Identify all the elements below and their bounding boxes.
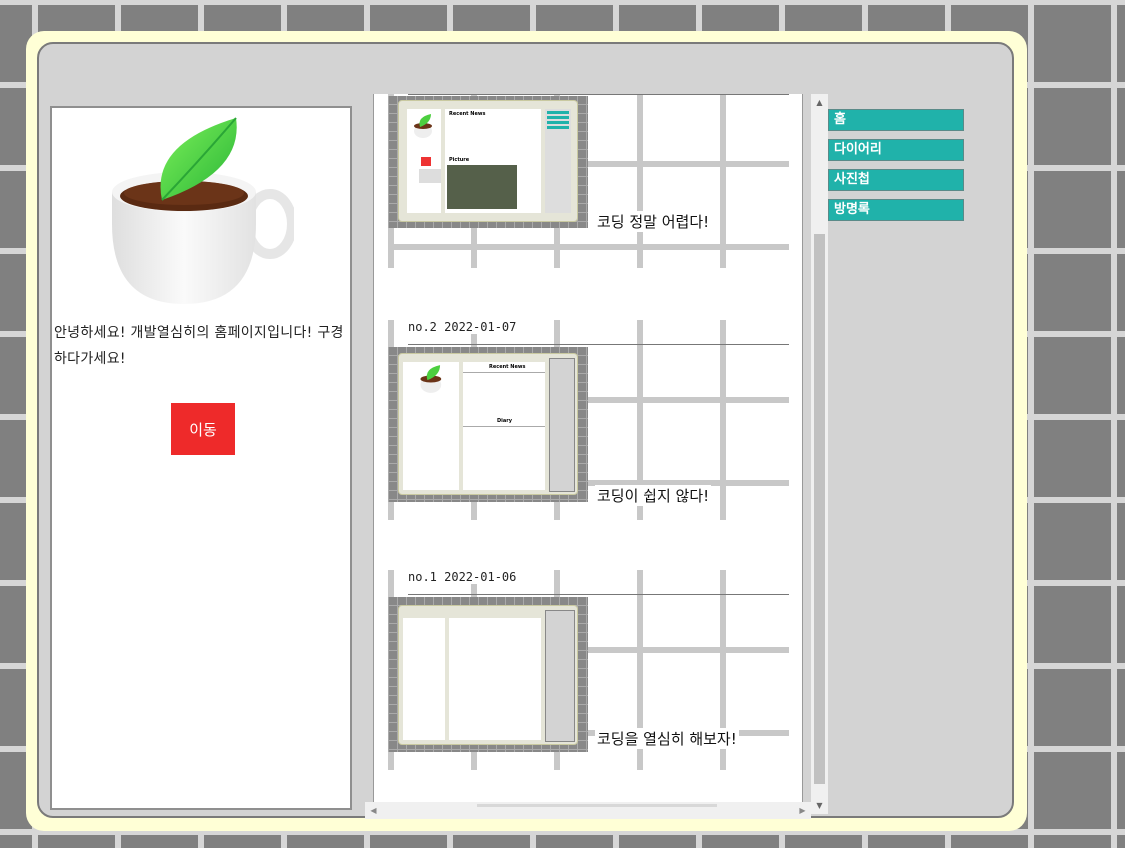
diary-entry-header: no.2 2022-01-07	[408, 320, 517, 334]
horizontal-scrollbar[interactable]: ◀ ▶	[365, 802, 811, 819]
thumbnail-page: Recent News Diary	[398, 353, 578, 495]
entry-divider	[408, 594, 789, 595]
thumb-cup-icon	[414, 114, 432, 138]
thumbnail-page	[398, 605, 578, 745]
thumb-diary: Diary	[497, 418, 512, 424]
thumb-main: Recent News Diary	[463, 362, 545, 490]
thumb-sidebar	[407, 109, 441, 213]
entry-divider	[408, 94, 789, 95]
move-button[interactable]: 이동	[171, 403, 235, 455]
thumb-nav	[545, 109, 571, 213]
main-panel: 안녕하세요! 개발열심히의 홈페이지입니다! 구경하다가세요! 이동 Recen…	[37, 42, 1014, 819]
diary-caption: 코딩이 쉽지 않다!	[595, 485, 712, 506]
entry-divider	[408, 344, 789, 345]
coffee-cup-logo	[110, 114, 297, 304]
thumb-button	[421, 157, 431, 166]
nav-item-home[interactable]: 홈	[828, 109, 964, 131]
thumb-photo	[447, 165, 517, 209]
outer-frame: 안녕하세요! 개발열심히의 홈페이지입니다! 구경하다가세요! 이동 Recen…	[26, 31, 1027, 831]
thumb-main: Recent News Picture	[445, 109, 541, 213]
diary-entry-header: no.1 2022-01-06	[408, 570, 517, 584]
profile-sidebar: 안녕하세요! 개발열심히의 홈페이지입니다! 구경하다가세요! 이동	[50, 106, 352, 810]
diary-entry: Recent News Picture 코딩 정말 어렵다!	[388, 94, 789, 268]
thumb-nav	[545, 610, 575, 742]
thumb-recent-news: Recent News	[449, 111, 486, 117]
intro-text: 안녕하세요! 개발열심히의 홈페이지입니다! 구경하다가세요!	[54, 325, 344, 367]
diary-caption: 코딩을 열심히 해보자!	[595, 728, 739, 749]
scroll-left-arrow-icon[interactable]: ◀	[365, 802, 382, 819]
nav-item-diary[interactable]: 다이어리	[828, 139, 964, 161]
nav-item-photos[interactable]: 사진첩	[828, 169, 964, 191]
diary-thumbnail[interactable]	[388, 597, 588, 752]
scroll-thumb-horizontal[interactable]	[477, 804, 717, 807]
nav-item-guestbook[interactable]: 방명록	[828, 199, 964, 221]
diary-thumbnail[interactable]: Recent News Diary	[388, 347, 588, 502]
diary-entry: no.1 2022-01-06 코딩을 열심히 해보자!	[388, 570, 789, 770]
diary-frame[interactable]: Recent News Picture 코딩 정말 어렵다! no.2 2022…	[373, 94, 803, 803]
thumb-sidebar	[403, 618, 445, 740]
thumb-menu	[419, 169, 441, 183]
vertical-scrollbar[interactable]: ▲ ▼	[811, 94, 828, 814]
scroll-right-arrow-icon[interactable]: ▶	[794, 802, 811, 819]
thumb-main	[449, 618, 541, 740]
nav-menu: 홈 다이어리 사진첩 방명록	[828, 109, 964, 229]
thumb-recent-news: Recent News	[489, 364, 526, 370]
thumb-sidebar	[403, 362, 459, 490]
diary-thumbnail[interactable]: Recent News Picture	[388, 96, 588, 228]
scroll-thumb[interactable]	[814, 234, 825, 784]
thumb-nav	[549, 358, 575, 492]
diary-entry: no.2 2022-01-07 Recent News Diary 코딩이 쉽지…	[388, 320, 789, 520]
scroll-down-arrow-icon[interactable]: ▼	[811, 797, 828, 814]
scroll-up-arrow-icon[interactable]: ▲	[811, 94, 828, 111]
thumbnail-page: Recent News Picture	[398, 100, 578, 222]
diary-caption: 코딩 정말 어렵다!	[595, 211, 712, 232]
thumb-cup-icon	[420, 365, 442, 393]
thumb-picture: Picture	[449, 157, 470, 163]
